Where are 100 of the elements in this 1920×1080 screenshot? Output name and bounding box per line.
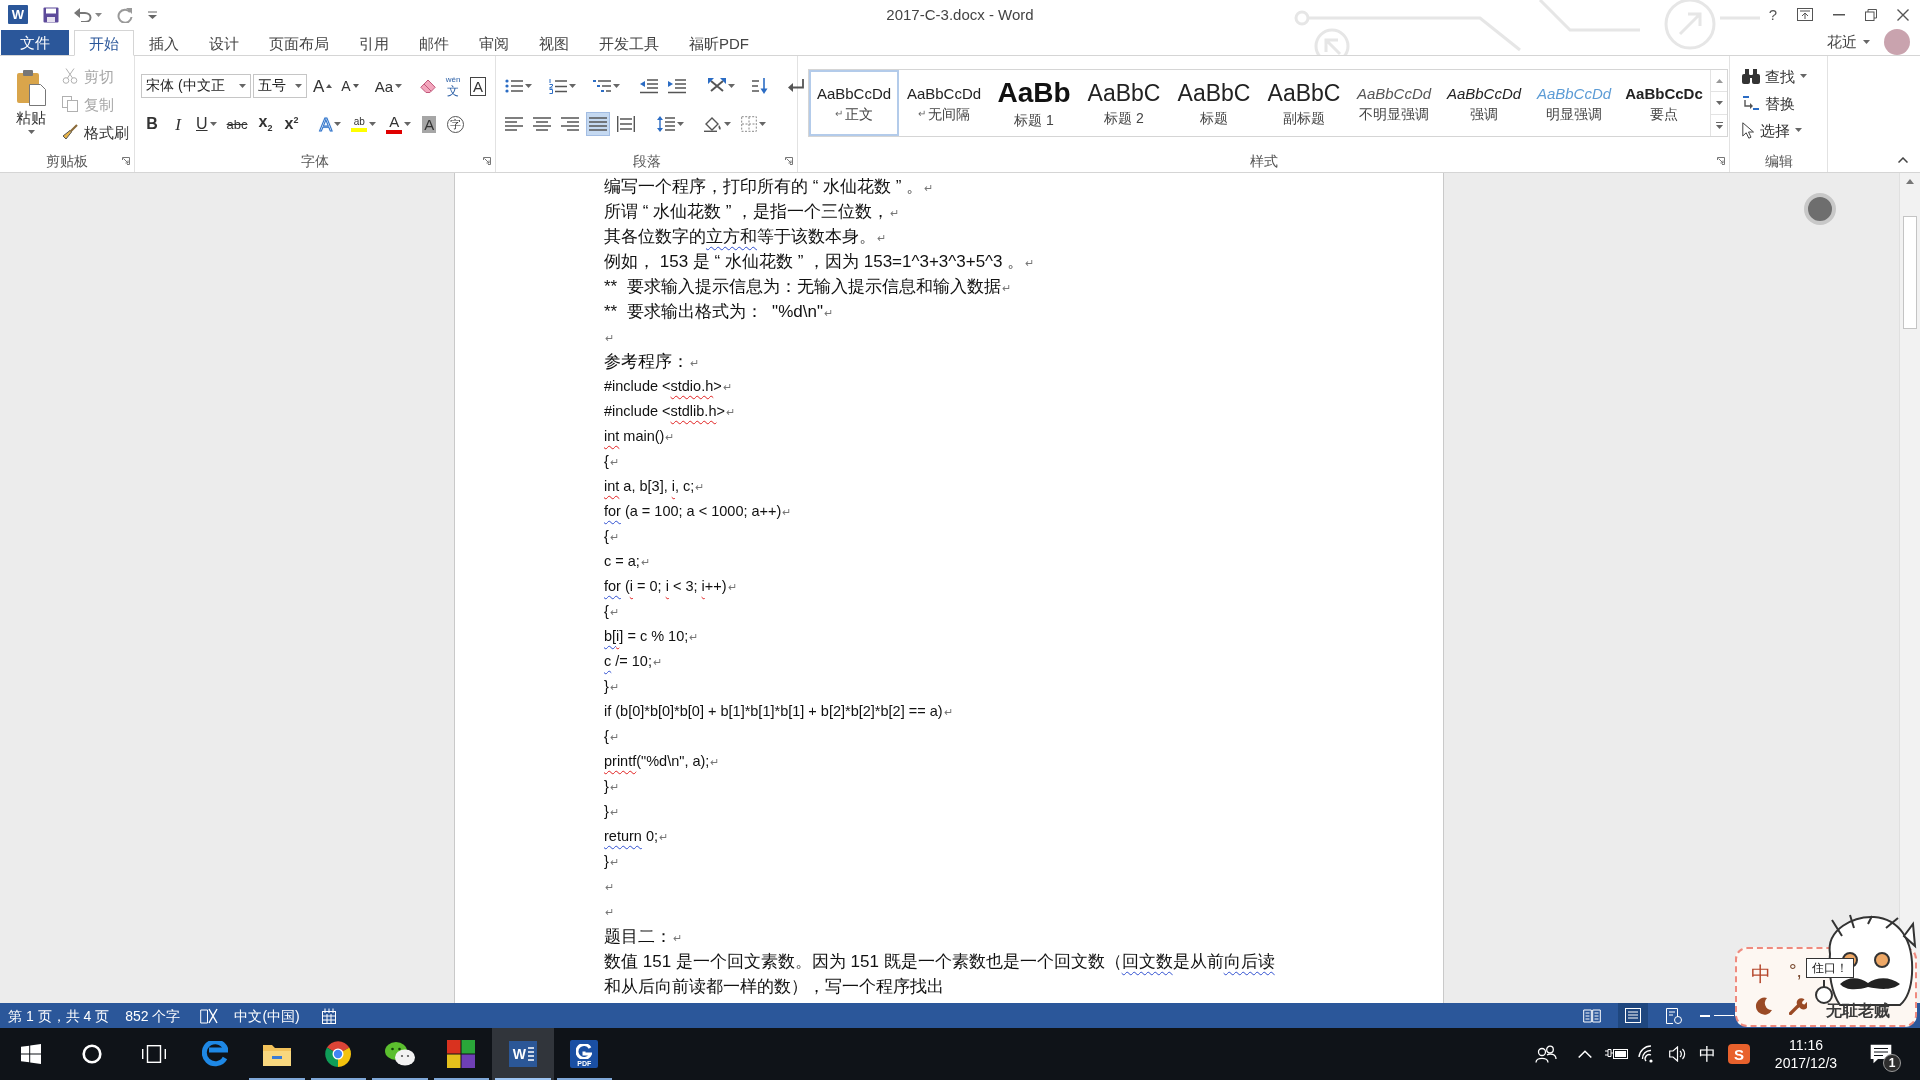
punctuation-button[interactable]: °, [1789,961,1802,980]
superscript-button[interactable]: x$^{2}$ [280,112,303,136]
font-size-field[interactable]: 五号 [253,74,307,98]
redo-arrow-icon[interactable] [117,6,133,23]
underline-button[interactable]: U [193,112,220,136]
ribbon-tab[interactable]: 开始 [74,30,134,56]
scrollbar-thumb[interactable] [1903,216,1917,329]
italic-button[interactable]: I [167,112,189,136]
caret-icon [728,84,735,88]
scissors-icon [62,68,78,84]
find-button[interactable]: 查找 [1740,64,1809,88]
collapse-ribbon-icon[interactable] [1898,157,1908,163]
tricolor-circle-icon [324,1040,353,1068]
window-title: 2017-C-3.docx - Word [886,6,1034,23]
document-text-line: 数值 151 是一个回文素数。因为 151 既是一个素数也是一个回文数（回文数是从前向后读 [604,951,1275,973]
justify-button[interactable] [586,112,610,136]
battery-plug-icon[interactable] [1605,1048,1629,1060]
g-logo-icon [576,1044,593,1059]
account-button[interactable]: 花近 [1827,32,1870,52]
grow-font-button[interactable]: A [310,74,336,98]
colored-tiles-icon [447,1040,476,1068]
taskbar-app-button[interactable]: W [492,1028,554,1080]
notifications-button[interactable]: 1 [1856,1028,1906,1080]
highlight-button[interactable]: ab [348,112,380,136]
code-line: for (i = 0; i < 3; i++)↵ [604,577,737,596]
ring-icon [82,1044,103,1064]
style-item[interactable]: AaBbCcDd ↵正文 [809,70,899,136]
restore-icon[interactable] [1865,8,1877,21]
grid-page-icon[interactable] [321,1007,336,1024]
ribbon-display-options-icon[interactable] [1797,8,1813,21]
phonetic-guide-button[interactable]: wén 文 [442,74,465,98]
group-label: 编辑 [1764,154,1793,168]
minimize-icon[interactable] [1833,13,1845,16]
code-line: printf("%d\n", a);↵ [604,752,720,771]
group-label: 样式 [1249,154,1278,168]
select-button[interactable]: 选择 [1740,118,1809,142]
customize-menu-icon[interactable] [148,10,157,19]
font-name-field[interactable]: 宋体 (中文正 [141,74,251,98]
speaker-icon[interactable] [1669,1046,1687,1062]
group-label: 剪贴板 [46,154,88,168]
caret-down-icon [352,84,359,88]
open-book-icon [1583,1008,1601,1023]
scroll-up-icon[interactable] [1906,179,1914,184]
caret-icon [569,84,576,88]
file-tab[interactable]: 文件 [0,29,70,56]
zoom-out-icon[interactable] [1700,1014,1710,1017]
font-color-button[interactable]: A [383,112,415,136]
caret-icon [525,84,532,88]
group-label: 段落 [632,154,661,168]
painter-button[interactable]: 格式刷 [58,120,133,144]
input-mode-button[interactable]: 中 [1751,964,1771,984]
strikethrough-button[interactable]: abc [223,112,251,136]
change-case-button[interactable]: Aa [371,74,406,98]
app-logo[interactable]: W [8,5,28,24]
align-center-icon [533,116,551,132]
notification-count-badge: 1 [1883,1054,1901,1072]
code-line: ↵ [604,880,614,895]
people-icon[interactable] [1535,1045,1557,1063]
language-indicator[interactable]: 中文(中国) [234,1008,300,1023]
print-view-button[interactable] [1618,1003,1648,1028]
clipboard-icon [16,70,46,106]
dialog-launcher-icon[interactable] [483,157,491,165]
caret-icon [334,122,342,126]
word-count[interactable]: 852 个字 [125,1008,181,1023]
character-shading-button[interactable]: A [418,112,441,136]
expand-caret-icon [1715,121,1723,129]
clock[interactable]: 11:16 2017/12/3 [1756,1028,1856,1080]
border-grid-icon [741,116,757,132]
vertical-scrollbar[interactable] [1899,173,1920,1003]
sign-text: 住口！ [1806,958,1854,979]
page-layout-icon [1625,1008,1641,1023]
input-method-indicator[interactable]: 中 [1698,1045,1716,1063]
replace-button[interactable]: 替换 [1740,91,1809,115]
caret-icon [209,122,217,126]
dialog-launcher-icon[interactable] [122,157,130,165]
dialog-launcher-icon[interactable] [1717,157,1725,165]
save-icon[interactable] [43,6,59,23]
shrink-font-button[interactable]: A [338,74,362,98]
bold-button[interactable]: B [141,112,163,136]
caret-icon [1715,101,1723,105]
close-icon[interactable] [1897,8,1909,21]
multilevel-list-icon [593,78,611,94]
subscript-button[interactable]: x$_{2}$ [254,112,277,136]
document-text-line: ** 要求输入提示信息为：无输入提示信息和输入数据↵ [604,276,1011,298]
font-color-bar-icon [386,130,403,134]
document-text-line: 参考程序：↵ [604,351,699,373]
dialog-launcher-icon[interactable] [785,157,793,165]
paste-button[interactable]: 粘贴 [8,56,54,150]
document-text-line: 和从后向前读都一样的数），写一个程序找出 [604,976,944,998]
chevron-up-icon[interactable] [1578,1050,1592,1058]
distributed-align-icon [617,116,635,132]
crescent-moon-icon[interactable] [1755,997,1773,1015]
help-button[interactable]: ? [1768,7,1777,22]
page-count[interactable]: 第 1 页，共 4 页 [8,1008,110,1023]
caret-icon [1795,128,1802,132]
wrench-icon[interactable] [1789,997,1807,1015]
code-line: #include <stdlib.h>↵ [604,402,735,421]
code-line: return 0;↵ [604,827,668,846]
page-cross-icon[interactable] [200,1007,219,1024]
caret-icon [369,122,377,126]
